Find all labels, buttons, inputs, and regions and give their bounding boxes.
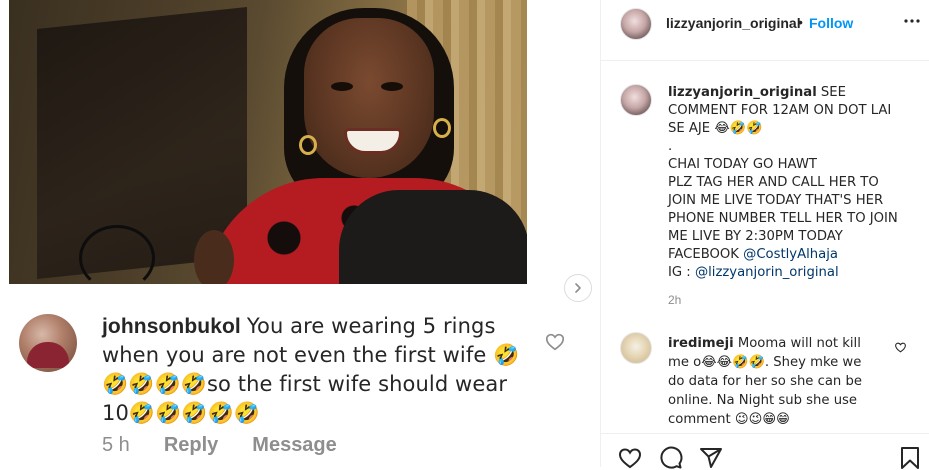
screenshot-comment-time: 5 h (102, 434, 130, 456)
instagram-mention-link[interactable]: @lizzyanjorin_original (695, 265, 839, 280)
comment-username[interactable]: iredimeji (668, 336, 734, 351)
screenshot-message-label: Message (252, 434, 337, 456)
photo-shirt-shadow (339, 190, 527, 284)
facebook-mention-link[interactable]: @CostlyAlhaja (743, 247, 838, 262)
bookmark-icon[interactable] (898, 446, 922, 470)
heart-icon[interactable] (618, 446, 642, 470)
photo-eye (331, 82, 353, 91)
post-actions (601, 433, 929, 470)
follow-button[interactable]: Follow (809, 15, 853, 31)
photo-face (304, 18, 434, 178)
chevron-right-icon (575, 283, 581, 293)
comment-text: iredimeji Mooma will not kill me o😂😂🤣🤣. … (668, 334, 878, 429)
caption-time[interactable]: 2h (668, 293, 681, 307)
screenshot-reply-label: Reply (163, 434, 219, 456)
heart-outline-icon[interactable] (894, 341, 907, 354)
commenter-avatar[interactable] (620, 332, 652, 364)
author-username[interactable]: lizzyanjorin_original (666, 15, 801, 31)
caption-avatar[interactable] (620, 84, 652, 116)
photo-eye (381, 82, 403, 91)
caption-username[interactable]: lizzyanjorin_original (668, 85, 817, 100)
post-sidebar: lizzyanjorin_original • Follow lizzyanjo… (600, 0, 929, 470)
more-horizontal-icon[interactable] (903, 12, 921, 30)
screenshot-comment-username: johnsonbukol (102, 315, 241, 338)
caption-body: SEE COMMENT FOR 12AM ON DOT LAI SE AJE 😂… (668, 85, 898, 262)
share-icon[interactable] (699, 446, 723, 470)
comment-icon[interactable] (659, 446, 683, 470)
heart-outline-icon (545, 333, 565, 351)
next-media-button[interactable] (564, 274, 592, 302)
header-separator: • (798, 14, 803, 30)
post-header: lizzyanjorin_original • Follow (601, 0, 929, 61)
photo-cable (79, 225, 155, 284)
screenshot-comment-text: johnsonbukol You are wearing 5 rings when… (102, 312, 522, 428)
screenshot-comment-meta: 5 h Reply Message (102, 434, 337, 457)
screenshot-comment: johnsonbukol You are wearing 5 rings when… (0, 300, 600, 467)
screenshot-comment-avatar (19, 314, 77, 372)
photo-earring (433, 118, 451, 138)
post-media: johnsonbukol You are wearing 5 rings when… (0, 0, 600, 467)
caption-text: lizzyanjorin_original SEE COMMENT FOR 12… (668, 84, 908, 282)
author-avatar[interactable] (620, 8, 652, 40)
post-photo (9, 0, 527, 284)
caption-ig-prefix: IG : (668, 265, 691, 280)
photo-shoulder (194, 230, 234, 284)
photo-earring (299, 135, 317, 155)
